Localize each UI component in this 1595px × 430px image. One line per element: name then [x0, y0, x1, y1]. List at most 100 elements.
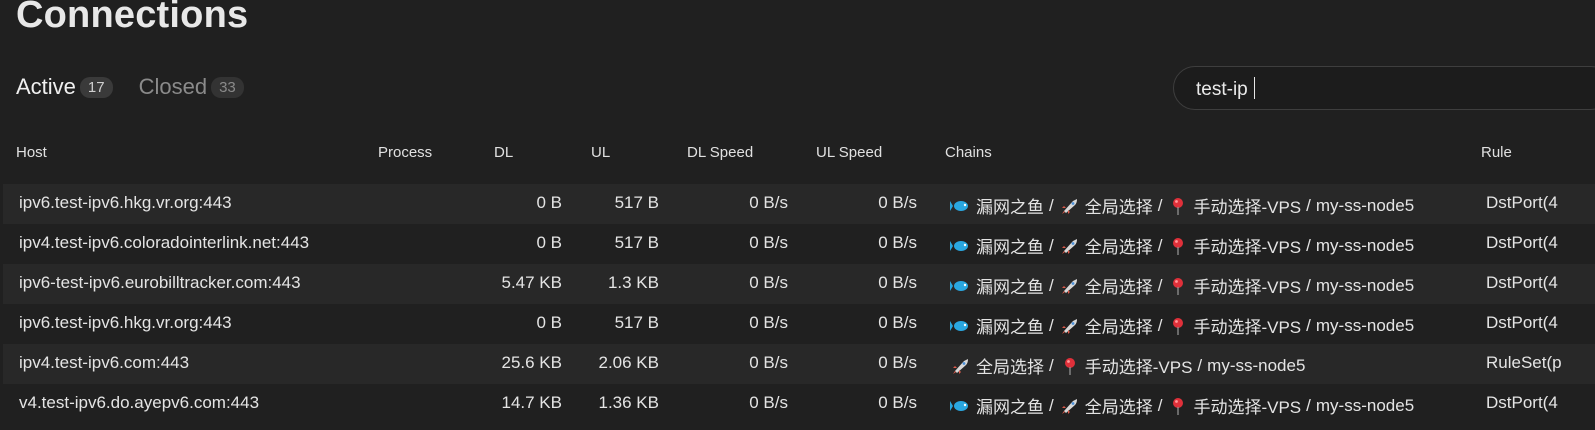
- table-header: Host Process DL UL DL Speed UL Speed Cha…: [0, 140, 1595, 166]
- column-header-dl[interactable]: DL: [494, 144, 513, 161]
- cell-dl-speed: 0 B/s: [749, 233, 788, 252]
- cell-ul: 517 B: [614, 193, 659, 212]
- cell-chains: 漏网之鱼 / 全局选择 / 手动选择-VPS / my-ss-node5: [950, 233, 1414, 258]
- cell-rule: RuleSet(p: [1486, 353, 1562, 372]
- chain-separator: /: [1197, 355, 1203, 375]
- table-row[interactable]: ipv6.test-ipv6.hkg.vr.org:443 0 B 517 B 0 B…: [3, 304, 1595, 344]
- cell-ul-speed: 0 B/s: [878, 353, 917, 372]
- cell-dl: 5.47 KB: [501, 273, 563, 292]
- chain-separator: /: [1049, 195, 1054, 215]
- fish-icon: [950, 197, 972, 215]
- cell-host: ipv6.test-ipv6.hkg.vr.org:443: [19, 193, 232, 212]
- tab-closed-label: Closed: [138, 74, 208, 99]
- column-header-dl-speed[interactable]: DL Speed: [687, 144, 753, 161]
- chain-separator: /: [1306, 195, 1311, 215]
- chain-node-label: 漏网之鱼: [976, 318, 1044, 337]
- table-row[interactable]: ipv4.test-ipv6.com:443 25.6 KB 2.06 KB 0 B/…: [3, 344, 1595, 384]
- tab-closed-count: 33: [211, 76, 244, 98]
- chain-node-label: 全局选择: [1084, 198, 1153, 217]
- column-header-ul[interactable]: UL: [591, 144, 610, 161]
- chain-node-label: my-ss-node5: [1315, 315, 1415, 335]
- table-row[interactable]: ipv4.test-ipv6.coloradointerlink.net:443…: [3, 224, 1595, 264]
- chain-node-label: my-ss-node5: [1315, 195, 1415, 215]
- chain-separator: /: [1049, 355, 1054, 375]
- pin-icon: [1167, 237, 1189, 255]
- chain-separator: /: [1157, 235, 1163, 255]
- table-row[interactable]: ipv6-test-ipv6.eurobilltracker.com:443 5.…: [3, 264, 1595, 304]
- search-input[interactable]: [1194, 77, 1578, 103]
- pin-icon: [1167, 197, 1189, 215]
- cell-dl-speed: 0 B/s: [749, 273, 788, 292]
- cell-dl: 0 B: [536, 313, 562, 332]
- chain-node-label: 手动选择-VPS: [1193, 238, 1302, 257]
- cell-chains: 漏网之鱼 / 全局选择 / 手动选择-VPS / my-ss-node5: [950, 193, 1414, 218]
- chain-node-label: 全局选择: [1084, 398, 1153, 417]
- tab-closed[interactable]: Closed 33: [139, 74, 244, 100]
- chain-node-label: 漏网之鱼: [976, 398, 1044, 417]
- cell-dl: 0 B: [536, 233, 562, 252]
- cell-host: ipv6-test-ipv6.eurobilltracker.com:443: [19, 273, 301, 292]
- chain-node-label: 手动选择-VPS: [1193, 278, 1302, 297]
- cell-chains: 漏网之鱼 / 全局选择 / 手动选择-VPS / my-ss-node5: [950, 393, 1414, 418]
- column-header-rule[interactable]: Rule: [1481, 144, 1512, 161]
- chain-node-label: 全局选择: [1084, 318, 1153, 337]
- cell-dl: 14.7 KB: [501, 393, 563, 412]
- chain-separator: /: [1049, 395, 1054, 415]
- chain-separator: /: [1157, 195, 1163, 215]
- cell-rule: DstPort(4: [1486, 313, 1558, 332]
- search-box[interactable]: [1173, 66, 1595, 110]
- column-header-chains[interactable]: Chains: [945, 144, 992, 161]
- chain-node-label: 漏网之鱼: [976, 238, 1044, 257]
- chain-node-label: 全局选择: [1084, 238, 1153, 257]
- cell-dl-speed: 0 B/s: [749, 313, 788, 332]
- chain-separator: /: [1306, 315, 1311, 335]
- fish-icon: [950, 397, 972, 415]
- connection-tabs: Active 17 Closed 33: [16, 74, 270, 100]
- cell-ul-speed: 0 B/s: [878, 273, 917, 292]
- chain-separator: /: [1049, 275, 1054, 295]
- cell-dl-speed: 0 B/s: [749, 353, 788, 372]
- chain-node-label: 手动选择-VPS: [1193, 198, 1302, 217]
- table-row[interactable]: v4.test-ipv6.do.ayepv6.com:443 14.7 KB 1.3…: [3, 384, 1595, 424]
- cell-host: ipv4.test-ipv6.com:443: [19, 353, 190, 372]
- chain-separator: /: [1306, 395, 1311, 415]
- cell-dl: 25.6 KB: [501, 353, 563, 372]
- tab-active-count: 17: [79, 76, 113, 98]
- cell-host: ipv4.test-ipv6.coloradointerlink.net:443: [19, 233, 310, 252]
- column-header-ul-speed[interactable]: UL Speed: [816, 144, 882, 161]
- cell-ul-speed: 0 B/s: [878, 233, 917, 252]
- tab-active[interactable]: Active 17: [16, 74, 113, 100]
- chain-separator: /: [1306, 275, 1311, 295]
- cell-ul: 1.3 KB: [607, 273, 659, 292]
- pin-icon: [1167, 317, 1189, 335]
- rocket-icon: [1059, 197, 1081, 215]
- chain-node-label: 全局选择: [976, 358, 1044, 377]
- chain-node-label: my-ss-node5: [1315, 395, 1415, 415]
- connections-table-body: ipv6.test-ipv6.hkg.vr.org:443 0 B 517 B 0 B…: [3, 184, 1595, 424]
- cell-ul: 517 B: [614, 233, 659, 252]
- chain-node-label: 手动选择-VPS: [1084, 358, 1193, 377]
- pin-icon: [1059, 357, 1081, 375]
- table-row[interactable]: ipv6.test-ipv6.hkg.vr.org:443 0 B 517 B 0 B…: [3, 184, 1595, 224]
- rocket-icon: [1059, 237, 1081, 255]
- cell-ul-speed: 0 B/s: [878, 393, 917, 412]
- chain-node-label: 手动选择-VPS: [1193, 398, 1302, 417]
- column-header-process[interactable]: Process: [378, 144, 432, 161]
- fish-icon: [950, 277, 972, 295]
- rocket-icon: [1059, 317, 1081, 335]
- cell-ul-speed: 0 B/s: [878, 193, 917, 212]
- chain-separator: /: [1049, 235, 1054, 255]
- column-header-host[interactable]: Host: [16, 144, 47, 161]
- chain-node-label: 手动选择-VPS: [1193, 318, 1302, 337]
- tab-active-label: Active: [16, 74, 76, 99]
- cell-dl: 0 B: [536, 193, 562, 212]
- cell-chains: 漏网之鱼 / 全局选择 / 手动选择-VPS / my-ss-node5: [950, 273, 1414, 298]
- cell-ul: 1.36 KB: [598, 393, 660, 412]
- cell-chains: 全局选择 / 手动选择-VPS / my-ss-node5: [950, 353, 1305, 378]
- chain-node-label: my-ss-node5: [1315, 275, 1415, 295]
- chain-node-label: 漏网之鱼: [976, 198, 1044, 217]
- cell-dl-speed: 0 B/s: [749, 193, 788, 212]
- chain-node-label: 漏网之鱼: [976, 278, 1044, 297]
- cell-ul-speed: 0 B/s: [878, 313, 917, 332]
- chain-separator: /: [1049, 315, 1054, 335]
